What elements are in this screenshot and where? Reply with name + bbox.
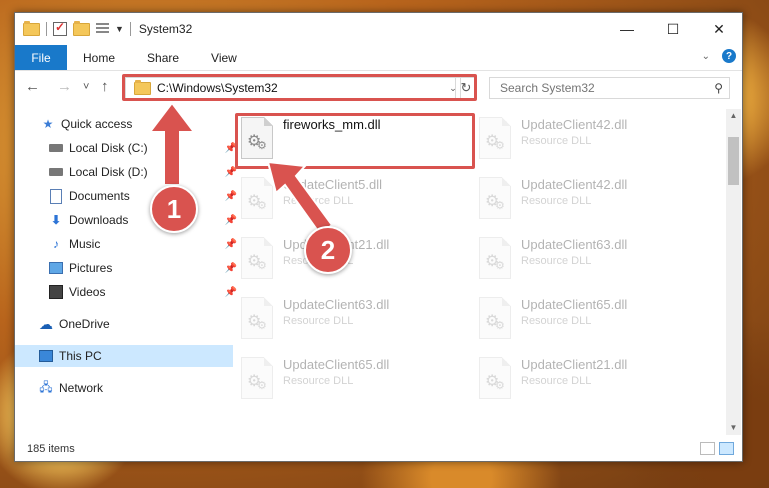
step-1-badge: 1 bbox=[150, 185, 198, 233]
step-2-badge: 2 bbox=[304, 226, 352, 274]
arrow-to-file bbox=[266, 160, 334, 236]
annotation-arrows bbox=[147, 101, 334, 236]
arrow-to-address-bar bbox=[147, 101, 197, 186]
